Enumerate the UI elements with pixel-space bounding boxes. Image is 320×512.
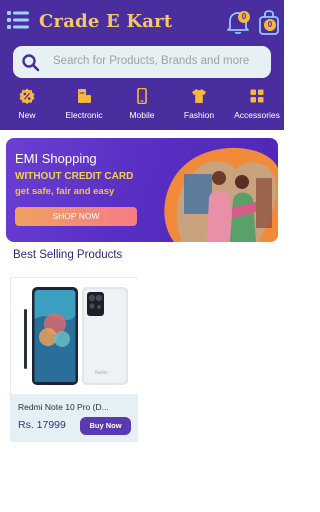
- category-new[interactable]: New: [0, 88, 57, 126]
- category-label: Fashion: [183, 110, 215, 120]
- product-name[interactable]: Redmi Note 10 Pro (D...: [18, 402, 109, 412]
- category-accessories[interactable]: Accessories: [227, 88, 287, 126]
- tshirt-icon: [192, 89, 206, 103]
- category-mobile[interactable]: Mobile: [112, 88, 172, 126]
- category-label: New: [18, 110, 36, 120]
- shop-now-button[interactable]: SHOP NOW: [15, 207, 137, 226]
- emi-promo-banner[interactable]: EMI Shopping WITHOUT CREDIT CARD get saf…: [6, 138, 278, 242]
- notifications-button[interactable]: 0: [226, 9, 250, 35]
- category-label: Mobile: [129, 110, 155, 120]
- category-bar: New Electronic Mobile Fashion Accessorie…: [0, 88, 284, 126]
- cart-count-badge: 0: [264, 19, 276, 31]
- app-screen: Crade E Kart 0 0 Search for Products, Br…: [0, 0, 284, 512]
- percent-badge-icon: [19, 88, 35, 104]
- svg-text:Redmi: Redmi: [95, 370, 108, 375]
- banner-tagline: get safe, fair and easy: [15, 186, 115, 197]
- product-price: Rs. 17999: [18, 419, 66, 431]
- appliance-icon: [78, 89, 91, 103]
- search-bar[interactable]: Search for Products, Brands and more: [13, 46, 271, 78]
- search-icon: [22, 54, 40, 72]
- product-card[interactable]: Redmi Redmi Note 10 Pro (D... Rs. 17999 …: [10, 277, 138, 442]
- buy-now-button[interactable]: Buy Now: [80, 417, 131, 435]
- product-info: Redmi Note 10 Pro (D... Rs. 17999 Buy No…: [11, 394, 138, 442]
- banner-subtitle: WITHOUT CREDIT CARD: [15, 171, 134, 182]
- banner-title: EMI Shopping: [15, 151, 97, 166]
- mobile-phone-icon: [137, 88, 147, 104]
- category-fashion[interactable]: Fashion: [169, 88, 229, 126]
- category-label: Electronic: [65, 110, 103, 120]
- hamburger-menu-icon[interactable]: [7, 10, 29, 30]
- product-image: Redmi: [12, 279, 137, 393]
- grid-icon: [250, 89, 264, 103]
- app-header: Crade E Kart 0 0 Search for Products, Br…: [0, 0, 284, 130]
- search-input[interactable]: Search for Products, Brands and more: [53, 55, 249, 67]
- notifications-count-badge: 0: [238, 11, 250, 23]
- category-electronic[interactable]: Electronic: [54, 88, 114, 126]
- section-title: Best Selling Products: [13, 249, 123, 261]
- category-label: Accessories: [234, 110, 280, 120]
- brand-logo-text: Crade E Kart: [39, 11, 173, 32]
- cart-button[interactable]: 0: [258, 8, 280, 36]
